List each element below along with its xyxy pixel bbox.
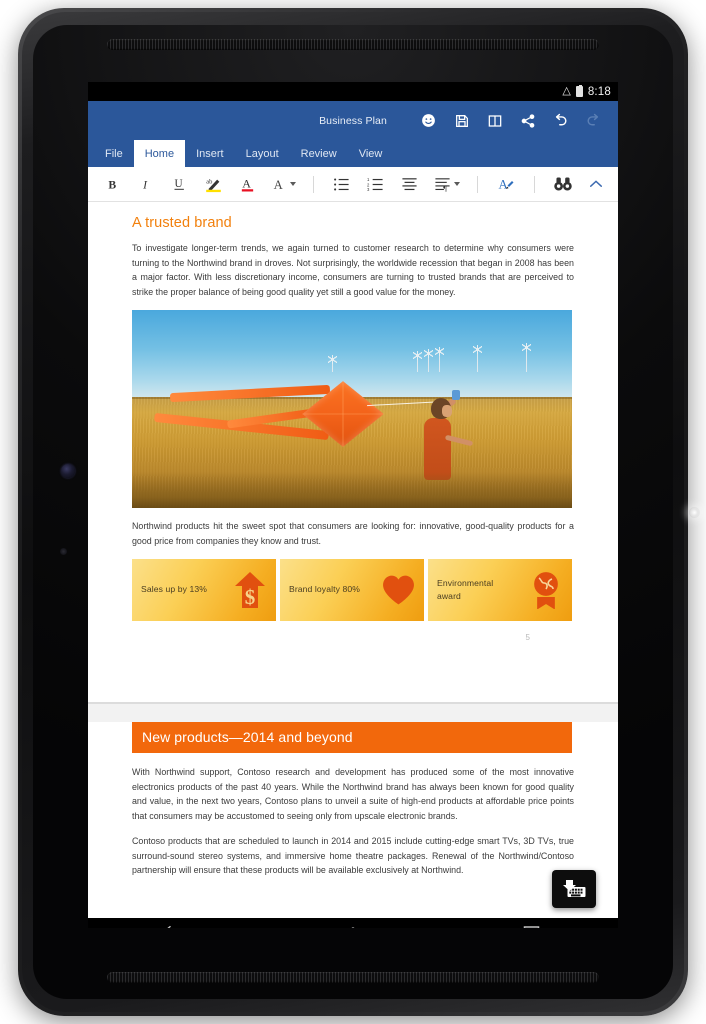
ambient-sensor-icon bbox=[60, 548, 67, 555]
svg-text:A: A bbox=[499, 178, 509, 192]
tablet-screen: △ 8:18 Business Plan File Home Insert La… bbox=[88, 82, 618, 928]
align-icon[interactable] bbox=[393, 170, 427, 198]
svg-text:3: 3 bbox=[367, 187, 370, 192]
font-color-icon[interactable]: A bbox=[230, 170, 264, 198]
body-paragraph: To investigate longer-term trends, we ag… bbox=[132, 243, 574, 297]
body-paragraph: With Northwind support, Contoso research… bbox=[132, 767, 574, 821]
boy-torso bbox=[424, 418, 451, 481]
wind-turbine-icon bbox=[522, 343, 531, 373]
info-box-environment: Environmental award bbox=[428, 559, 572, 622]
document-page-6: New products—2014 and beyond With Northw… bbox=[88, 722, 618, 918]
tab-layout[interactable]: Layout bbox=[235, 140, 290, 167]
svg-text:U: U bbox=[174, 178, 182, 190]
kite-photo bbox=[132, 310, 572, 509]
status-clock: 8:18 bbox=[587, 85, 611, 98]
info-box-sales: Sales up by 13% $ bbox=[132, 559, 276, 622]
page-number: 5 bbox=[525, 633, 530, 643]
page-title: A trusted brand bbox=[132, 215, 232, 231]
body-paragraph: Contoso products that are scheduled to l… bbox=[132, 836, 574, 876]
chevron-down-icon bbox=[453, 182, 460, 186]
paragraph-marks-icon[interactable]: ¶ bbox=[427, 170, 467, 198]
share-icon[interactable] bbox=[519, 112, 536, 129]
front-camera-icon bbox=[61, 464, 75, 478]
smiley-feedback-icon[interactable] bbox=[420, 112, 437, 129]
save-icon[interactable] bbox=[453, 112, 470, 129]
find-icon[interactable] bbox=[545, 170, 581, 198]
svg-text:I: I bbox=[142, 178, 148, 191]
svg-text:B: B bbox=[108, 178, 116, 191]
svg-text:¶: ¶ bbox=[443, 183, 447, 191]
chevron-up-icon[interactable] bbox=[581, 170, 610, 198]
tab-view[interactable]: View bbox=[348, 140, 394, 167]
bold-icon[interactable]: B bbox=[96, 170, 129, 198]
underline-icon[interactable]: U bbox=[163, 170, 196, 198]
android-status-bar: △ 8:18 bbox=[88, 82, 618, 101]
svg-text:A: A bbox=[274, 178, 284, 192]
tab-review[interactable]: Review bbox=[290, 140, 348, 167]
document-canvas[interactable]: A trusted brand To investigate longer-te… bbox=[88, 202, 618, 918]
boy-face bbox=[442, 405, 452, 418]
keyboard-hide-icon[interactable] bbox=[552, 870, 596, 908]
battery-full-icon bbox=[575, 84, 583, 97]
recents-icon[interactable] bbox=[503, 918, 557, 928]
read-mode-icon[interactable] bbox=[486, 112, 503, 129]
figure-caption: Northwind products hit the sweet spot th… bbox=[132, 521, 574, 546]
info-box-label: Sales up by 13% bbox=[141, 584, 207, 595]
text-highlight-icon[interactable]: ab bbox=[196, 170, 230, 198]
photo-foreground-grass bbox=[132, 472, 572, 509]
word-title-bar: Business Plan bbox=[88, 101, 618, 140]
redo-icon[interactable] bbox=[585, 112, 602, 129]
undo-icon[interactable] bbox=[552, 112, 569, 129]
title-bar-actions bbox=[420, 112, 618, 129]
info-box-label: Environmental award bbox=[437, 577, 494, 602]
globe-award-icon bbox=[529, 570, 563, 610]
back-icon[interactable] bbox=[149, 918, 203, 928]
svg-text:A: A bbox=[242, 177, 251, 191]
wind-turbine-icon bbox=[435, 347, 444, 373]
toolbar-divider bbox=[312, 175, 314, 193]
document-page-5: A trusted brand To investigate longer-te… bbox=[88, 202, 618, 702]
toolbar-divider bbox=[534, 175, 536, 193]
wifi-icon: △ bbox=[562, 85, 571, 97]
android-nav-bar bbox=[88, 918, 618, 928]
bottom-speaker-grille bbox=[107, 972, 599, 983]
section-heading-banner: New products—2014 and beyond bbox=[132, 722, 572, 753]
format-painter-icon[interactable]: A bbox=[488, 170, 524, 198]
ribbon-toolbar: B I U ab A A 1 2 3 ¶ A bbox=[88, 167, 618, 202]
dollar-arrow-up-icon: $ bbox=[233, 570, 267, 610]
wind-turbine-icon bbox=[473, 345, 482, 373]
tab-home[interactable]: Home bbox=[133, 140, 186, 167]
home-icon[interactable] bbox=[326, 918, 380, 928]
svg-text:1: 1 bbox=[367, 177, 370, 182]
tab-insert[interactable]: Insert bbox=[185, 140, 235, 167]
wind-turbine-icon bbox=[424, 349, 433, 373]
wind-turbine-icon bbox=[413, 351, 422, 373]
kite-handle bbox=[452, 390, 460, 401]
svg-text:2: 2 bbox=[367, 182, 370, 187]
photo-sky bbox=[132, 310, 572, 398]
page-separator bbox=[88, 702, 618, 704]
svg-text:ab: ab bbox=[206, 178, 213, 185]
info-box-label: Brand loyalty 80% bbox=[289, 584, 360, 595]
wind-turbine-icon bbox=[328, 355, 337, 373]
ribbon-tab-bar: File Home Insert Layout Review View bbox=[88, 140, 618, 167]
font-size-icon[interactable]: A bbox=[265, 170, 303, 198]
numbered-list-icon[interactable]: 1 2 3 bbox=[358, 170, 392, 198]
notification-led-icon bbox=[689, 507, 700, 518]
toolbar-divider bbox=[477, 175, 478, 193]
top-speaker-grille bbox=[107, 39, 599, 50]
heart-icon bbox=[381, 570, 415, 610]
info-box-group: Sales up by 13% $ Brand loyalty 80% Envi… bbox=[132, 559, 572, 622]
tab-file[interactable]: File bbox=[94, 140, 134, 167]
bullet-list-icon[interactable] bbox=[324, 170, 358, 198]
svg-text:$: $ bbox=[245, 585, 256, 609]
chevron-down-icon bbox=[290, 182, 297, 186]
info-box-loyalty: Brand loyalty 80% bbox=[280, 559, 424, 622]
italic-icon[interactable]: I bbox=[129, 170, 162, 198]
